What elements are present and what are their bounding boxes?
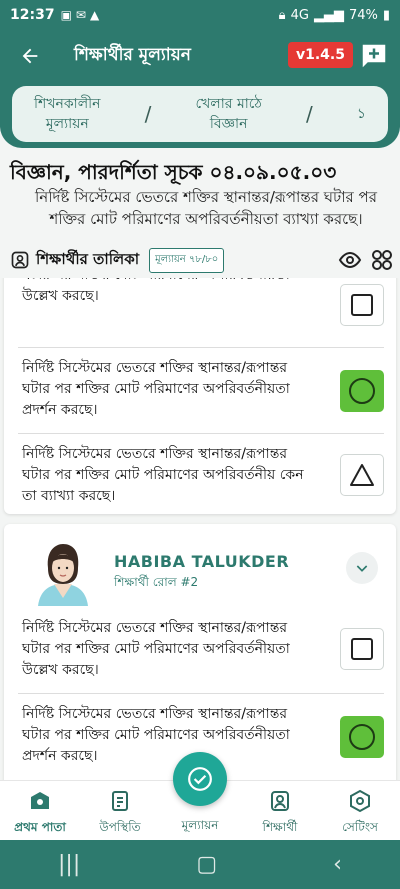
expand-button[interactable] [346,552,378,584]
arrow-left-icon [22,48,38,64]
circle-icon [349,724,375,750]
nav-label: প্রথম পাতা [14,820,66,834]
nav-students[interactable]: শিক্ষার্থী [242,789,318,839]
attendance-icon [112,791,128,811]
mark-triangle-button[interactable] [340,454,384,496]
nav-label: সেটিংস [342,820,378,834]
nav-evaluation[interactable]: মূল্যায়ন [162,817,238,837]
criterion-text: নির্দিষ্ট সিস্টেমের ভেতরে শক্তির স্থানান… [22,706,290,764]
network-type: 4G [290,7,309,23]
status-time: 12:37 [10,7,55,23]
message-icon: ✉ [75,8,86,22]
grid-view-icon[interactable] [370,248,394,272]
square-icon [351,638,373,660]
criterion-row: নির্দিষ্ট সিস্টেমের ভেতরে শক্তির স্থানান… [18,348,384,434]
criterion-row: নির্দিষ্ট সিস্টেমের ভেতরে শক্তির স্থানান… [18,278,384,348]
criterion-row: নির্দিষ্ট সিস্টেমের ভেতরে শক্তির স্থানান… [18,608,384,694]
evaluation-fab[interactable] [173,752,227,806]
triangle-icon [350,464,374,486]
breadcrumb-separator: / [305,102,313,126]
user-icon [11,251,29,269]
system-back-icon[interactable]: ‹ [333,852,342,877]
student-list-header: শিক্ষার্থীর তালিকা মূল্যায়ন ৭৮/৮০ [10,246,394,274]
system-icons: 🔒︎ 4G ▂▄▆ 74% ▮ [279,8,390,23]
back-button[interactable] [6,32,54,80]
student-cards-scroll[interactable]: নির্দিষ্ট সিস্টেমের ভেতরে শক্তির স্থানান… [0,278,400,780]
breadcrumb-item-session[interactable]: ১ [357,104,366,124]
indicator-description: নির্দিষ্ট সিস্টেমের ভেতরে শক্তির স্থানান… [35,188,377,228]
warning-icon: ▲ [89,8,100,22]
recent-apps-icon[interactable]: ||| [58,852,80,877]
breadcrumb-panel: শিখনকালীন মূল্যায়ন / খেলার মাঠে বিজ্ঞান… [0,82,400,148]
breadcrumb-item-assessment[interactable]: শিখনকালীন মূল্যায়ন [34,94,101,134]
signal-icon: ▂▄▆ [313,7,344,23]
breadcrumb-separator: / [144,102,152,126]
square-icon [351,294,373,316]
breadcrumb-text: মূল্যায়ন [45,116,89,132]
check-circle-icon [188,767,212,791]
feedback-button[interactable] [358,41,390,71]
system-navigation-bar: ||| ▢ ‹ [0,840,400,889]
criterion-text: নির্দিষ্ট সিস্টেমের ভেতরে শক্তির স্থানান… [22,278,290,304]
nav-label: শিক্ষার্থী [262,820,298,834]
battery-level: 74% [348,7,378,23]
app-bar: শিক্ষার্থীর মূল্যায়ন v1.4.5 [0,30,400,82]
nav-label: মূল্যায়ন [181,818,219,832]
mark-circle-button[interactable] [340,716,384,758]
lock-icon: 🔒︎ [278,7,286,23]
chevron-down-icon [356,565,368,572]
home-button-icon[interactable]: ▢ [196,852,217,877]
avatar [38,544,88,606]
nav-label: উপস্থিতি [99,820,141,834]
page-title: শিক্ষার্থীর মূল্যায়ন [74,45,191,65]
student-icon [271,791,289,811]
nav-attendance[interactable]: উপস্থিতি [82,789,158,839]
battery-icon: ▮ [382,7,390,23]
student-name: HABIBA TALUKDER [114,552,290,571]
criterion-text: নির্দিষ্ট সিস্টেমের ভেতরে শক্তির স্থানান… [22,446,304,504]
student-header: HABIBA TALUKDER শিক্ষার্থী রোল #2 [18,538,384,608]
mark-circle-button[interactable] [340,370,384,412]
nav-home[interactable]: প্রথম পাতা [2,789,78,839]
breadcrumb-text: ১ [356,106,366,122]
student-roll: শিক্ষার্থী রোল #2 [114,575,199,589]
student-card: HABIBA TALUKDER শিক্ষার্থী রোল #2 নির্দি… [4,524,396,780]
criterion-row: নির্দিষ্ট সিস্টেমের ভেতরে শক্তির স্থানান… [18,434,384,514]
version-badge: v1.4.5 [288,42,353,68]
student-card: নির্দিষ্ট সিস্টেমের ভেতরে শক্তির স্থানান… [4,278,396,514]
gallery-icon: ▣ [60,8,72,22]
criterion-text: নির্দিষ্ট সিস্টেমের ভেতরে শক্তির স্থানান… [22,360,290,418]
evaluation-count-badge: মূল্যায়ন ৭৮/৮০ [149,247,225,273]
criterion-text: নির্দিষ্ট সিস্টেমের ভেতরে শক্তির স্থানান… [22,620,290,678]
eye-icon[interactable] [338,248,362,272]
mark-square-button[interactable] [340,284,384,326]
settings-icon [350,789,370,813]
breadcrumb-text: শিখনকালীন [34,96,101,112]
mark-square-button[interactable] [340,628,384,670]
feedback-icon [362,44,386,68]
student-list-label: শিক্ষার্থীর তালিকা [36,249,140,268]
home-icon [31,792,49,809]
breadcrumb-text: খেলার মাঠে [195,96,262,112]
notification-icons: ▣ ✉ ▲ [61,8,100,22]
circle-icon [349,378,375,404]
status-bar: 12:37 ▣ ✉ ▲ 🔒︎ 4G ▂▄▆ 74% ▮ [0,0,400,30]
breadcrumb-item-chapter[interactable]: খেলার মাঠে বিজ্ঞান [195,94,261,134]
breadcrumb-text: বিজ্ঞান [209,116,248,132]
nav-settings[interactable]: সেটিংস [322,789,398,839]
breadcrumb: শিখনকালীন মূল্যায়ন / খেলার মাঠে বিজ্ঞান… [12,86,388,142]
